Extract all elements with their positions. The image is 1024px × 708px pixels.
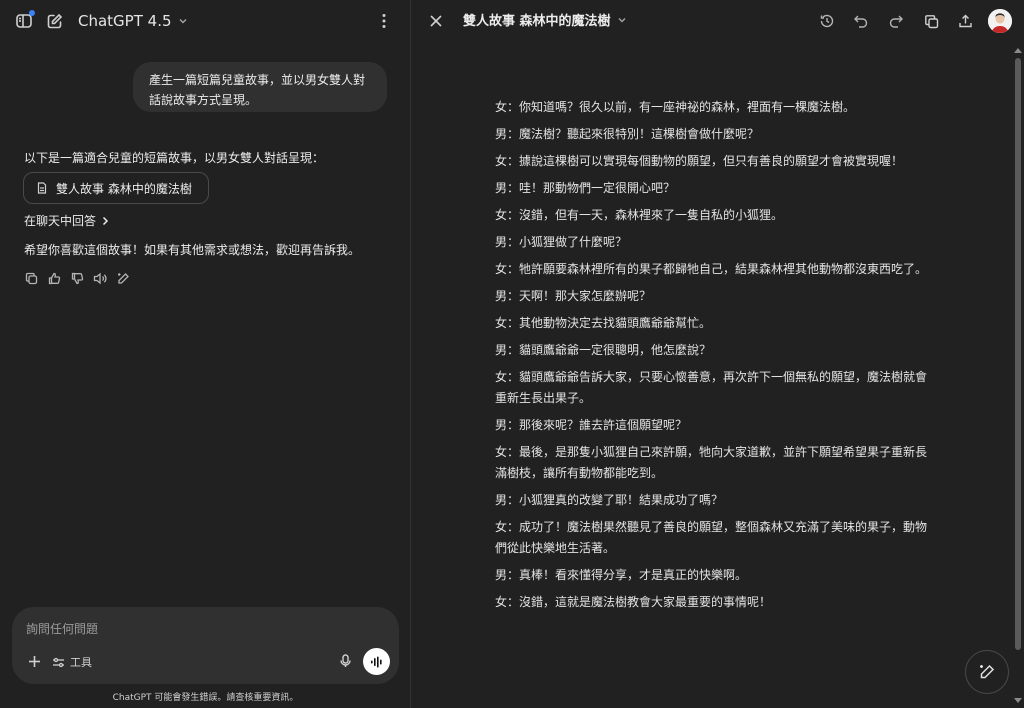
edit-suggestions-button[interactable] <box>965 650 1009 694</box>
chevron-down-icon <box>617 15 627 25</box>
new-chat-button[interactable] <box>41 8 67 34</box>
scroll-down-arrow-icon[interactable] <box>1014 698 1022 703</box>
thumbs-up-icon[interactable] <box>46 270 62 286</box>
story-line: 女：據說這棵樹可以實現每個動物的願望，但只有善良的願望才會被實現喔！ <box>495 154 904 168</box>
story-line: 男：哇！那動物們一定很開心吧？ <box>495 181 676 195</box>
more-vertical-icon <box>382 13 386 29</box>
voice-waveform-icon <box>370 656 383 668</box>
document-icon <box>37 182 47 194</box>
chevron-right-icon <box>101 216 109 226</box>
tools-button[interactable]: 工具 <box>52 651 92 673</box>
undo-icon <box>853 14 869 28</box>
scrollbar-thumb[interactable] <box>1015 58 1021 650</box>
disclaimer: ChatGPT 可能會發生錯誤。請查核重要資訊。 <box>112 693 299 703</box>
tools-label: 工具 <box>70 656 92 669</box>
scrollbar[interactable] <box>1012 46 1024 708</box>
message-actions <box>23 270 131 286</box>
user-message-line: 話說故事方式呈現。 <box>149 93 258 107</box>
chat-header: ChatGPT 4.5 <box>0 0 411 42</box>
sidebar-toggle-button[interactable] <box>11 8 37 34</box>
more-options-button[interactable] <box>371 8 397 34</box>
close-icon <box>430 15 442 27</box>
redo-button[interactable] <box>883 8 909 34</box>
story-line: 男：真棒！看來懂得分享，才是真正的快樂啊。 <box>495 568 748 582</box>
redo-icon <box>888 14 904 28</box>
story-line: 女：最後，是那隻小狐狸自己來許願，牠向大家道歉，並許下願望希望果子重新長滿樹枝，… <box>495 445 928 480</box>
pencil-sparkle-icon <box>978 663 996 681</box>
notification-dot <box>29 10 35 16</box>
copy-document-button[interactable] <box>918 8 944 34</box>
story-line: 男：天啊！那大家怎麼辦呢？ <box>495 289 652 303</box>
canvas-doc-chip[interactable]: 雙人故事 森林中的魔法樹 <box>23 172 209 204</box>
story-line: 女：牠許願要森林裡所有的果子都歸牠自己，結果森林裡其他動物都沒東西吃了。 <box>495 262 928 276</box>
story-line: 男：小狐狸真的改變了耶！結果成功了嗎？ <box>495 493 724 507</box>
copy-icon[interactable] <box>23 270 39 286</box>
history-icon <box>819 13 835 29</box>
plus-icon <box>28 655 41 668</box>
answer-in-chat-link[interactable]: 在聊天中回答 <box>24 212 109 229</box>
story-line: 男：魔法樹？聽起來很特別！這棵樹會做什麼呢？ <box>495 127 760 141</box>
assistant-intro: 以下是一篇適合兒童的短篇故事，以男女雙人對話呈現： <box>24 151 325 165</box>
user-message: 產生一篇短篇兒童故事，並以男女雙人對 話說故事方式呈現。 <box>133 62 387 112</box>
avatar[interactable] <box>988 9 1012 33</box>
canvas-panel: 雙人故事 森林中的魔法樹 女：你知道嗎？很久以前，有一座神祕的森林，裡面有一棵魔… <box>411 0 1024 708</box>
canvas-title: 雙人故事 森林中的魔法樹 <box>463 14 611 29</box>
undo-button[interactable] <box>848 8 874 34</box>
thumbs-down-icon[interactable] <box>69 270 85 286</box>
composer: 工具 <box>12 607 399 684</box>
new-chat-icon <box>46 13 63 30</box>
read-aloud-icon[interactable] <box>92 270 108 286</box>
story-line: 女：你知道嗎？很久以前，有一座神祕的森林，裡面有一棵魔法樹。 <box>495 100 856 114</box>
canvas-title-selector[interactable]: 雙人故事 森林中的魔法樹 <box>463 10 627 29</box>
microphone-icon <box>339 654 351 668</box>
chevron-down-icon <box>178 16 188 26</box>
story-line: 女：沒錯，但有一天，森林裡來了一隻自私的小狐狸。 <box>495 208 784 222</box>
share-button[interactable] <box>952 8 978 34</box>
prompt-input[interactable] <box>26 619 326 639</box>
doc-chip-label: 雙人故事 森林中的魔法樹 <box>56 181 192 196</box>
answer-in-chat-label: 在聊天中回答 <box>24 214 97 228</box>
story-line: 女：貓頭鷹爺爺告訴大家，只要心懷善意，再次許下一個無私的願望，魔法樹就會重新生長… <box>495 370 928 405</box>
story-line: 女：成功了！魔法樹果然聽見了善良的願望，整個森林又充滿了美味的果子，動物們從此快… <box>495 520 928 555</box>
copy-icon <box>924 14 939 29</box>
edit-in-canvas-icon[interactable] <box>115 270 131 286</box>
dictate-button[interactable] <box>332 648 358 674</box>
sliders-icon <box>52 657 65 668</box>
canvas-header: 雙人故事 森林中的魔法樹 <box>411 0 1024 42</box>
story-line: 男：那後來呢？誰去許這個願望呢？ <box>495 418 688 432</box>
add-attachment-button[interactable] <box>21 648 47 674</box>
user-message-line: 產生一篇短篇兒童故事，並以男女雙人對 <box>149 73 366 87</box>
canvas-document[interactable]: 女：你知道嗎？很久以前，有一座神祕的森林，裡面有一棵魔法樹。 男：魔法樹？聽起來… <box>495 97 935 619</box>
version-history-button[interactable] <box>814 8 840 34</box>
model-name: ChatGPT 4.5 <box>78 12 172 30</box>
voice-mode-button[interactable] <box>363 648 390 675</box>
chat-panel: ChatGPT 4.5 產生一篇短篇兒童故事，並以男女雙人對 話說故事方式呈現。… <box>0 0 411 708</box>
story-line: 女：沒錯，這就是魔法樹教會大家最重要的事情呢！ <box>495 595 772 609</box>
share-icon <box>958 14 973 29</box>
close-canvas-button[interactable] <box>423 8 449 34</box>
assistant-outro: 希望你喜歡這個故事！如果有其他需求或想法，歡迎再告訴我。 <box>24 243 361 257</box>
story-line: 女：其他動物決定去找貓頭鷹爺爺幫忙。 <box>495 316 712 330</box>
story-line: 男：貓頭鷹爺爺一定很聰明，他怎麼說？ <box>495 343 712 357</box>
model-selector[interactable]: ChatGPT 4.5 <box>70 9 196 33</box>
sidebar-icon <box>15 10 35 30</box>
scroll-up-arrow-icon[interactable] <box>1014 48 1022 53</box>
story-line: 男：小狐狸做了什麼呢？ <box>495 235 628 249</box>
